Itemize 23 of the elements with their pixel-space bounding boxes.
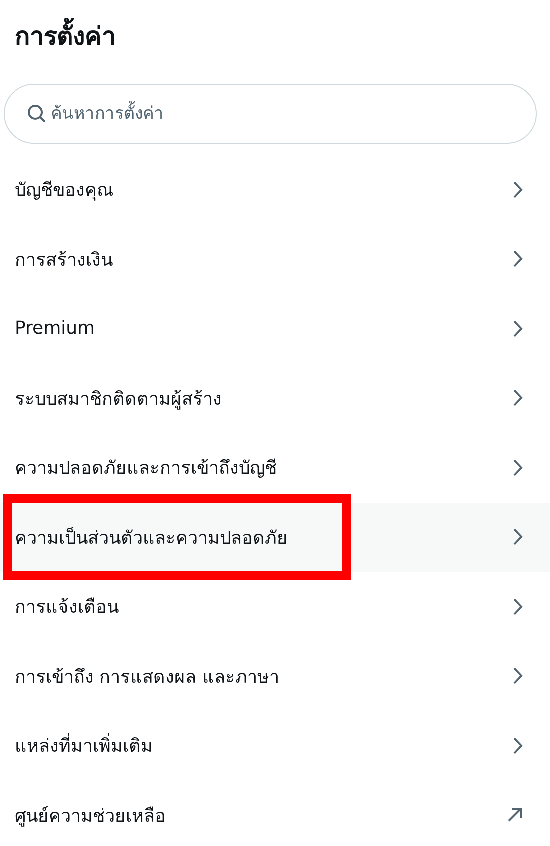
chevron-right-icon — [513, 320, 523, 338]
chevron-right-icon — [513, 389, 523, 408]
settings-item[interactable]: การเข้าถึง การแสดงผล และภาษา — [0, 642, 550, 711]
settings-item[interactable]: ศูนย์ความช่วยเหลือ — [0, 780, 550, 846]
chevron-right-icon — [513, 736, 523, 755]
chevron-right-icon — [513, 667, 523, 686]
settings-item[interactable]: บัญชีของคุณ — [0, 155, 550, 224]
settings-item[interactable]: ระบบสมาชิกติดตามผู้สร้าง — [0, 364, 550, 433]
chevron-right-icon — [513, 180, 523, 199]
chevron-right-icon — [513, 598, 523, 616]
settings-item[interactable]: การแจ้งเตือน — [0, 572, 550, 642]
search-icon — [27, 104, 47, 124]
search-field[interactable]: ค้นหาการตั้งค่า — [4, 84, 537, 144]
chevron-right-icon — [513, 528, 523, 546]
settings-item[interactable]: แหล่งที่มาเพิ่มเติม — [0, 711, 550, 780]
settings-item[interactable]: ความเป็นส่วนตัวและความปลอดภัย — [0, 502, 550, 572]
settings-item[interactable]: การสร้างเงิน — [0, 224, 550, 294]
chevron-right-icon — [513, 250, 523, 268]
settings-item[interactable]: Premium — [0, 294, 550, 364]
chevron-right-icon — [513, 458, 523, 477]
settings-item[interactable]: ความปลอดภัยและการเข้าถึงบัญชี — [0, 433, 550, 502]
arrow-up-right-icon — [507, 807, 523, 824]
page-title: การตั้งค่า — [0, 0, 550, 66]
